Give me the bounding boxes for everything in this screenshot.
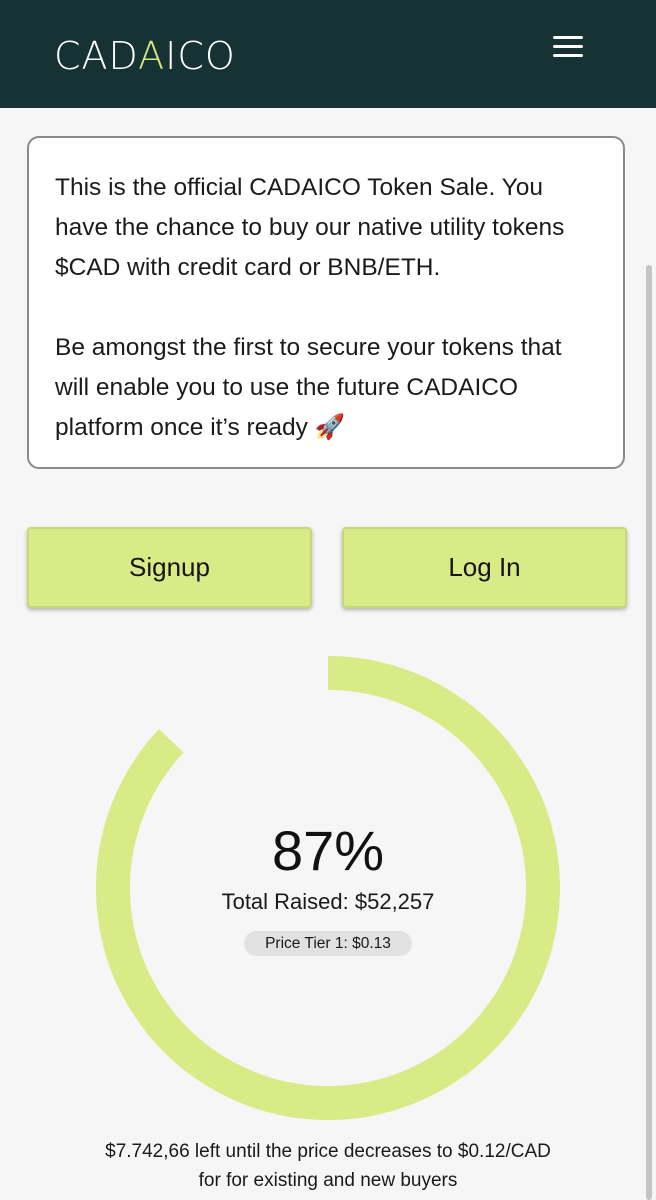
logo-text-accent: A — [138, 34, 166, 78]
signup-button[interactable]: Signup — [27, 527, 312, 608]
token-sale-info-card: This is the official CADAICO Token Sale.… — [27, 136, 625, 469]
progress-percentage: 87% — [271, 819, 385, 882]
hamburger-menu-icon[interactable] — [546, 30, 590, 66]
cadaico-logo[interactable]: CADAICO — [54, 36, 236, 76]
price-decrease-note: $7.742,66 left until the price decreases… — [0, 1137, 656, 1195]
price-decrease-line-2: for for existing and new buyers — [198, 1170, 458, 1191]
total-raised-label: Total Raised: $52,257 — [221, 889, 435, 914]
info-paragraph-secure: Be amongst the first to secure your toke… — [55, 334, 562, 441]
price-tier-badge: Price Tier 1: $0.13 — [244, 931, 412, 956]
top-navbar: CADAICO — [0, 0, 656, 108]
logo-text-start: CAD — [54, 34, 139, 78]
info-paragraph-intro: This is the official CADAICO Token Sale.… — [55, 174, 565, 281]
price-decrease-line-1: $7.742,66 left until the price decreases… — [105, 1141, 551, 1162]
page-scrollbar[interactable] — [646, 265, 652, 1200]
login-button[interactable]: Log In — [342, 527, 627, 608]
logo-text-end: ICO — [165, 34, 236, 78]
